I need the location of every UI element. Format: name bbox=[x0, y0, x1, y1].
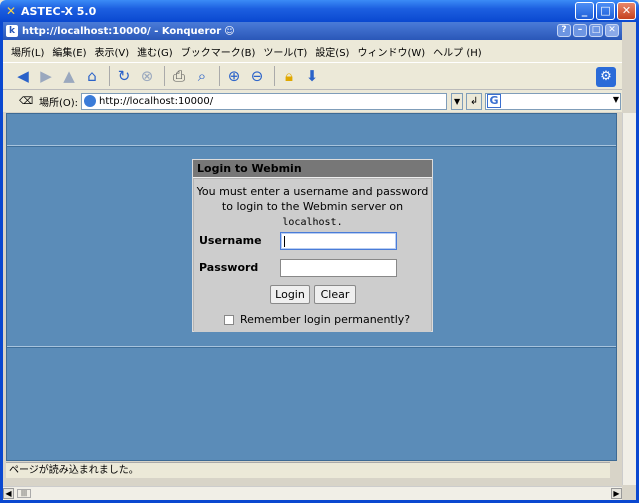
help-window-button[interactable]: ? bbox=[557, 24, 571, 37]
clear-button[interactable]: Clear bbox=[314, 285, 356, 304]
astec-x-icon: ✕ bbox=[5, 4, 17, 18]
sticky-icon: ☺ bbox=[224, 25, 235, 37]
window-title-bar[interactable]: ✕ ASTEC-X 5.0 _ □ ✕ bbox=[0, 0, 639, 22]
browser-title: http://localhost:10000/ - Konqueror bbox=[22, 25, 222, 37]
login-button[interactable]: Login bbox=[270, 285, 310, 304]
text-caret bbox=[284, 236, 285, 247]
search-dropdown-icon[interactable]: ▼ bbox=[613, 95, 619, 104]
password-input[interactable] bbox=[280, 259, 397, 277]
url-input[interactable]: http://localhost:10000/ bbox=[81, 92, 448, 110]
download-icon[interactable]: ⬇ bbox=[302, 66, 322, 86]
menu-view[interactable]: 表示(V) bbox=[93, 44, 136, 59]
minimize-button[interactable]: _ bbox=[575, 2, 594, 20]
up-icon[interactable]: ▲ bbox=[59, 66, 79, 86]
reload-icon[interactable]: ↻ bbox=[114, 66, 134, 86]
login-message: You must enter a username and password t… bbox=[194, 179, 431, 230]
remember-row: Remember login permanently? bbox=[224, 313, 410, 326]
search-input[interactable]: G ▼ bbox=[485, 92, 622, 110]
top-divider bbox=[7, 145, 616, 147]
scroll-right-icon[interactable]: ▶ bbox=[611, 488, 622, 499]
remember-label: Remember login permanently? bbox=[240, 313, 411, 326]
globe-icon bbox=[84, 95, 97, 107]
toolbar-separator bbox=[109, 66, 110, 86]
password-label: Password bbox=[199, 261, 259, 274]
login-panel: Login to Webmin You must enter a usernam… bbox=[192, 159, 433, 332]
page-content: Login to Webmin You must enter a usernam… bbox=[6, 113, 617, 461]
find-icon[interactable]: ⌕ bbox=[192, 66, 212, 86]
bottom-divider bbox=[7, 346, 616, 348]
menu-tools[interactable]: ツール(T) bbox=[261, 44, 313, 59]
go-button[interactable]: ↲ bbox=[466, 92, 483, 110]
stop-icon[interactable]: ⊗ bbox=[137, 66, 157, 86]
menu-settings[interactable]: 設定(S) bbox=[313, 44, 355, 59]
scroll-left-icon[interactable]: ◀ bbox=[3, 488, 14, 499]
print-icon[interactable]: ⎙ bbox=[169, 66, 189, 86]
clear-location-icon[interactable]: ⌫ bbox=[19, 96, 35, 107]
home-icon[interactable]: ⌂ bbox=[82, 66, 102, 86]
lock-icon[interactable]: 🔒︎ bbox=[279, 66, 299, 86]
vertical-scrollbar[interactable] bbox=[622, 113, 636, 485]
window-title: ASTEC-X 5.0 bbox=[21, 4, 97, 18]
username-label: Username bbox=[199, 234, 262, 247]
zoom-in-icon[interactable]: ⊕ bbox=[224, 66, 244, 86]
url-dropdown-button[interactable]: ▼ bbox=[451, 92, 464, 110]
remember-checkbox[interactable] bbox=[224, 314, 234, 325]
login-body: You must enter a username and password t… bbox=[194, 179, 431, 332]
url-text: http://localhost:10000/ bbox=[99, 95, 214, 107]
menu-window[interactable]: ウィンドウ(W) bbox=[355, 44, 431, 59]
google-icon: G bbox=[487, 94, 502, 108]
close-button[interactable]: ✕ bbox=[617, 2, 636, 20]
browser-maximize-button[interactable]: □ bbox=[589, 24, 603, 37]
menu-go[interactable]: 進む(G) bbox=[135, 44, 179, 59]
toolbar: ◀ ▶ ▲ ⌂ ↻ ⊗ ⎙ ⌕ ⊕ ⊖ 🔒︎ ⬇ ⚙ bbox=[3, 62, 622, 90]
menu-edit[interactable]: 編集(E) bbox=[50, 44, 92, 59]
forward-icon[interactable]: ▶ bbox=[36, 66, 56, 86]
toolbar-separator bbox=[219, 66, 220, 86]
browser-title-bar[interactable]: k http://localhost:10000/ - Konqueror ☺ … bbox=[3, 22, 622, 40]
menu-bookmarks[interactable]: ブックマーク(B) bbox=[179, 44, 262, 59]
back-icon[interactable]: ◀ bbox=[13, 66, 33, 86]
toolbar-separator bbox=[164, 66, 165, 86]
horizontal-scrollbar[interactable]: ◀ ||| ▶ bbox=[3, 486, 622, 500]
toolbar-separator bbox=[274, 66, 275, 86]
browser-minimize-button[interactable]: – bbox=[573, 24, 587, 37]
location-bar: ⌫ 場所(O): http://localhost:10000/ ▼ ↲ G ▼ bbox=[3, 90, 622, 112]
zoom-out-icon[interactable]: ⊖ bbox=[247, 66, 267, 86]
menu-help[interactable]: ヘルプ (H) bbox=[431, 44, 488, 59]
menu-location[interactable]: 場所(L) bbox=[9, 44, 50, 59]
menu-bar: 場所(L) 編集(E) 表示(V) 進む(G) ブックマーク(B) ツール(T)… bbox=[3, 40, 622, 62]
konqueror-icon: k bbox=[6, 25, 18, 37]
username-input[interactable] bbox=[280, 232, 397, 250]
login-message-text: You must enter a username and password t… bbox=[196, 185, 429, 213]
konqueror-gear-icon[interactable]: ⚙ bbox=[596, 67, 616, 87]
status-bar: ページが読み込まれました。 bbox=[6, 462, 610, 478]
scroll-thumb[interactable]: ||| bbox=[17, 489, 31, 498]
browser-close-button[interactable]: ✕ bbox=[605, 24, 619, 37]
location-label: 場所(O): bbox=[39, 97, 79, 109]
login-heading: Login to Webmin bbox=[193, 160, 432, 178]
maximize-button[interactable]: □ bbox=[596, 2, 615, 20]
login-host: localhost. bbox=[282, 217, 343, 228]
